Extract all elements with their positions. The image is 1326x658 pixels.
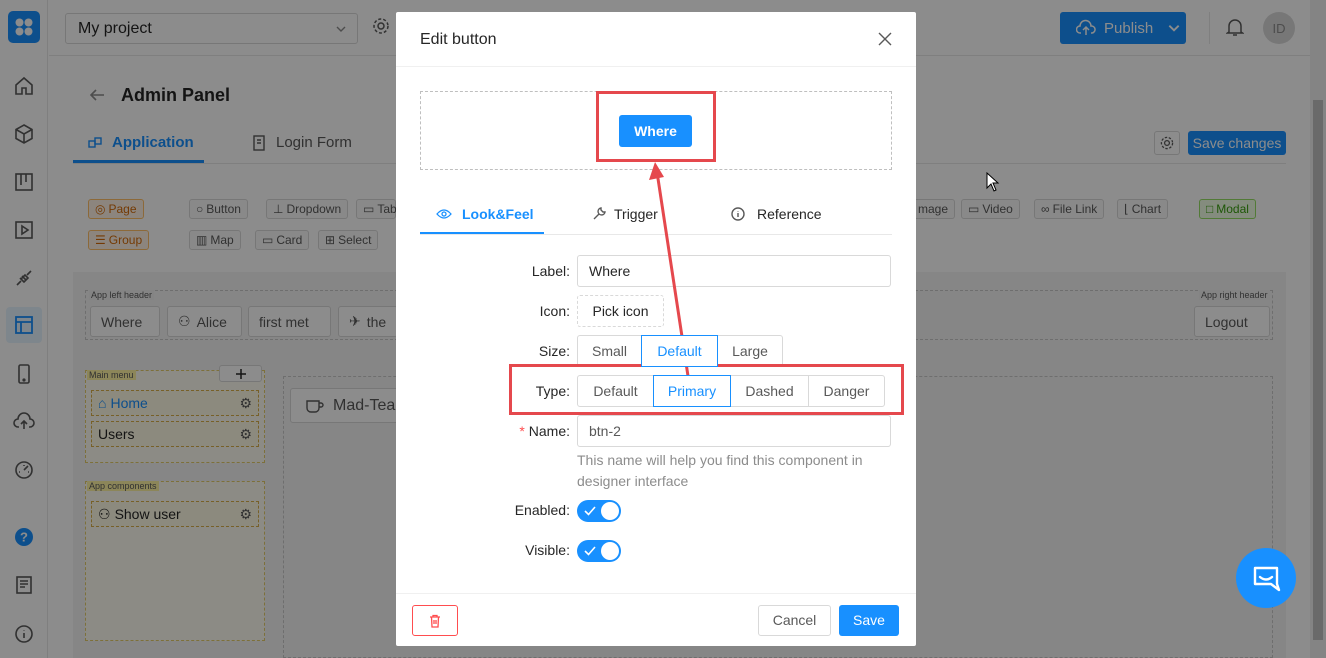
size-option-small[interactable]: Small (577, 335, 642, 367)
tab-reference-label: Reference (757, 206, 822, 222)
info-icon (731, 207, 745, 221)
name-field-label: * Name: (400, 423, 570, 439)
delete-button[interactable] (412, 605, 458, 636)
label-input[interactable]: Where (577, 255, 891, 287)
mouse-cursor-icon (986, 172, 1000, 192)
tab-reference[interactable]: Reference (731, 206, 822, 222)
chat-icon (1253, 566, 1281, 592)
save-button[interactable]: Save (839, 605, 899, 636)
check-icon (584, 546, 596, 556)
cancel-button[interactable]: Cancel (758, 605, 831, 636)
toggle-knob (601, 502, 619, 520)
visible-toggle[interactable] (577, 540, 621, 562)
wrench-icon (593, 207, 606, 220)
modal-tab-active-indicator (420, 232, 544, 234)
icon-field-label: Icon: (539, 303, 570, 319)
enabled-toggle[interactable] (577, 500, 621, 522)
type-option-primary[interactable]: Primary (653, 375, 731, 407)
name-input[interactable]: btn-2 (577, 415, 891, 447)
chat-support-button[interactable] (1236, 548, 1296, 608)
name-field-label-text: Name: (528, 423, 570, 439)
tab-look-and-feel-label: Look&Feel (462, 206, 534, 222)
name-hint: This name will help you find this compon… (577, 452, 863, 489)
required-mark: * (519, 423, 525, 439)
size-option-default[interactable]: Default (641, 335, 718, 367)
size-field-label: Size: (538, 343, 570, 359)
toggle-knob (601, 542, 619, 560)
enabled-field-label: Enabled: (514, 502, 570, 518)
close-icon[interactable] (878, 32, 892, 46)
modal-title: Edit button (420, 31, 497, 48)
eye-icon (436, 209, 452, 219)
visible-field-label: Visible: (525, 542, 570, 558)
label-field-label: Label: (531, 263, 570, 279)
trash-icon (430, 614, 440, 628)
modal-footer-divider (396, 593, 916, 594)
tab-look-and-feel[interactable]: Look&Feel (436, 206, 534, 222)
modal-header-divider (396, 66, 916, 67)
check-icon (584, 506, 596, 516)
size-option-large[interactable]: Large (717, 335, 783, 367)
